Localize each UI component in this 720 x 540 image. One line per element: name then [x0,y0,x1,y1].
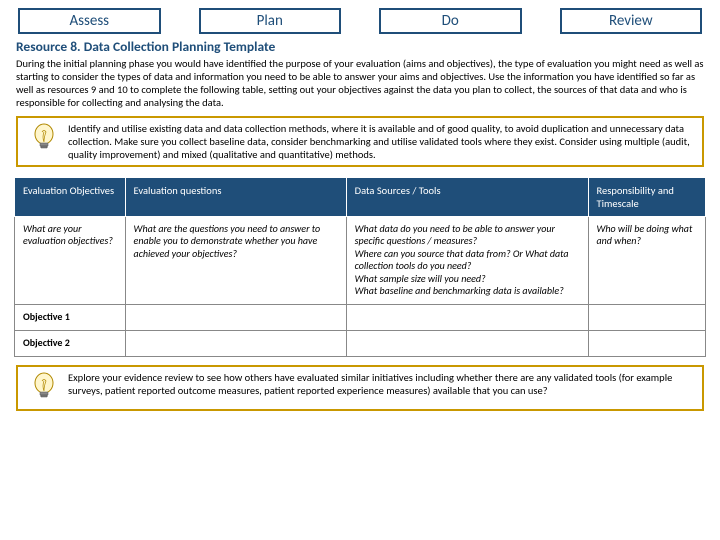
lightbulb-icon [24,371,64,405]
header-questions: Evaluation questions [125,177,346,216]
table-header-row: Evaluation Objectives Evaluation questio… [15,177,706,216]
header-datasources: Data Sources / Tools [346,177,588,216]
guidance-questions: What are the questions you need to answe… [125,216,346,304]
cell-empty [588,330,706,356]
guidance-datasources: What data do you need to be able to answ… [346,216,588,304]
callout-top: Identify and utilise existing data and d… [16,116,704,167]
header-responsibility: Responsibility and Timescale [588,177,706,216]
phase-do: Do [379,8,522,34]
cell-empty [588,304,706,330]
cell-empty [346,330,588,356]
row-label-1: Objective 1 [15,304,126,330]
phase-row: Assess Plan Do Review [14,8,706,34]
phase-plan: Plan [199,8,342,34]
cell-empty [125,330,346,356]
phase-assess: Assess [18,8,161,34]
cell-empty [125,304,346,330]
lightbulb-icon [24,122,64,156]
row-label-2: Objective 2 [15,330,126,356]
callout-bottom: Explore your evidence review to see how … [16,365,704,411]
table-row: Objective 1 [15,304,706,330]
phase-review: Review [560,8,703,34]
cell-empty [346,304,588,330]
page-title: Resource 8. Data Collection Planning Tem… [16,38,706,55]
planning-table: Evaluation Objectives Evaluation questio… [14,177,706,357]
intro-text: During the initial planning phase you wo… [16,57,704,110]
callout-bottom-text: Explore your evidence review to see how … [64,371,696,397]
table-guidance-row: What are your evaluation objectives? Wha… [15,216,706,304]
guidance-objectives: What are your evaluation objectives? [15,216,126,304]
header-objectives: Evaluation Objectives [15,177,126,216]
guidance-responsibility: Who will be doing what and when? [588,216,706,304]
table-row: Objective 2 [15,330,706,356]
callout-top-text: Identify and utilise existing data and d… [64,122,696,161]
